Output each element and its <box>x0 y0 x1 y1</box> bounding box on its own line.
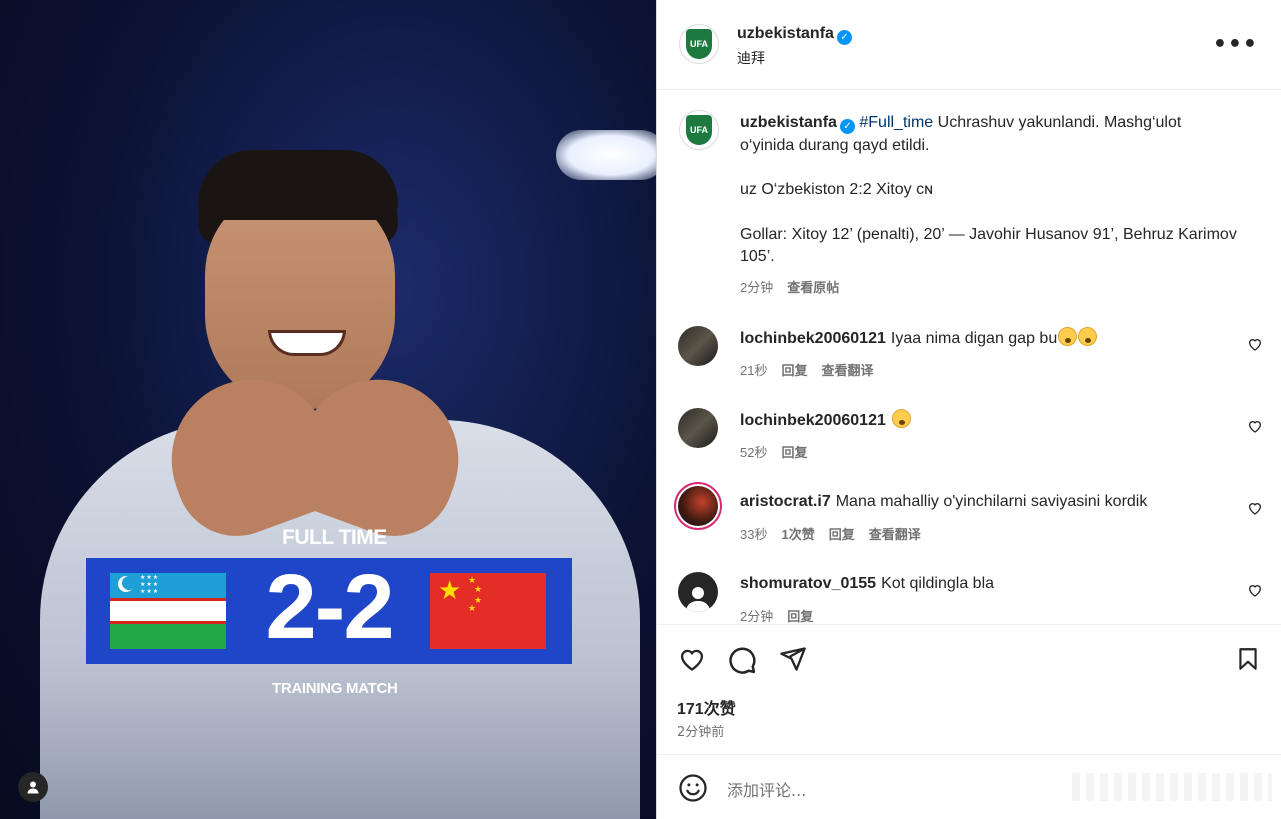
comment-meta: 21秒 回复 查看翻译 <box>740 360 874 379</box>
uzbekistan-flag-icon: ★★★ ★★★ ★★★ <box>110 573 226 649</box>
like-heart-icon[interactable] <box>677 645 707 673</box>
caption-line-3: Gollar: Xitoy 12’ (penalti), 20’ — Javoh… <box>740 225 1237 266</box>
comment-text: aristocrat.i7 Mana mahalliy o'yinchilarni… <box>740 491 1230 513</box>
surprised-emoji-icon <box>1058 327 1078 346</box>
ufa-logo-icon: UFA <box>686 29 712 59</box>
like-comment-heart-icon[interactable] <box>1247 500 1263 516</box>
post-time[interactable]: 2分钟前 <box>677 721 724 740</box>
reply-button[interactable]: 回复 <box>829 527 855 542</box>
commenter-username[interactable]: lochinbek20060121 <box>740 412 886 429</box>
share-paper-plane-icon[interactable] <box>778 645 808 673</box>
see-original-link[interactable]: 查看原帖 <box>787 280 839 295</box>
user-icon <box>27 781 39 794</box>
crying-emoji-icon <box>891 409 911 428</box>
comment-time[interactable]: 21秒 <box>740 363 767 378</box>
caption: uzbekistanfa ✓ #Full_time Uchrashuv yakun… <box>740 112 1240 299</box>
comment-body: Iyaa nima digan gap bu <box>890 330 1058 347</box>
player-hair-top <box>198 150 398 220</box>
translate-link[interactable]: 查看翻译 <box>821 363 873 378</box>
like-comment-heart-icon[interactable] <box>1247 336 1263 352</box>
comment-time[interactable]: 52秒 <box>740 445 767 460</box>
comment-likes[interactable]: 1次赞 <box>781 527 814 542</box>
comments-list[interactable]: UFA uzbekistanfa ✓ #Full_time Uchrashuv y… <box>657 90 1281 624</box>
input-overlay <box>1072 773 1272 801</box>
emoji-picker-icon[interactable] <box>678 773 708 803</box>
commenter-username[interactable]: lochinbek20060121 <box>740 330 886 347</box>
verified-badge-icon: ✓ <box>836 30 852 45</box>
post-location[interactable]: 迪拜 <box>737 48 765 68</box>
caption-avatar[interactable]: UFA <box>679 110 719 150</box>
comment-body: Mana mahalliy o'yinchilarni saviyasini k… <box>835 493 1148 510</box>
reply-button[interactable]: 回复 <box>781 445 807 460</box>
comment-text: lochinbek20060121 Iyaa nima digan gap bu <box>740 327 1230 350</box>
stadium-light <box>556 130 656 180</box>
likes-count[interactable]: 171次赞 <box>677 695 736 719</box>
reply-button[interactable]: 回复 <box>787 609 813 624</box>
save-bookmark-icon[interactable] <box>1235 645 1261 673</box>
comment-text: lochinbek20060121 <box>740 409 1230 432</box>
full-time-label: FULL TIME <box>282 526 387 549</box>
commenter-avatar[interactable] <box>678 326 718 366</box>
caption-time[interactable]: 2分钟 <box>740 280 773 295</box>
training-match-label: TRAINING MATCH <box>272 680 398 697</box>
caption-username[interactable]: uzbekistanfa <box>740 114 837 131</box>
comment-text: shomuratov_0155 Kot qildingla bla <box>740 573 1230 595</box>
header-username[interactable]: uzbekistanfa <box>737 25 834 42</box>
comment-icon[interactable] <box>727 645 757 675</box>
post-actions: 171次赞 2分钟前 <box>657 624 1281 754</box>
comment-meta: 33秒 1次赞 回复 查看翻译 <box>740 524 921 543</box>
post-media: FULL TIME ★★★ ★★★ ★★★ 2-2 ★ ★ ★ ★ ★ TRAINI… <box>0 0 656 819</box>
commenter-avatar[interactable] <box>678 408 718 448</box>
comment-meta: 2分钟 回复 <box>740 606 813 624</box>
comment-time[interactable]: 33秒 <box>740 527 767 542</box>
tagged-user-button[interactable] <box>18 772 48 802</box>
caption-hashtag[interactable]: #Full_time <box>859 114 933 131</box>
verified-badge-icon: ✓ <box>839 119 855 134</box>
commenter-avatar[interactable] <box>678 572 718 612</box>
add-comment-input[interactable]: 添加评论... <box>727 777 806 801</box>
reply-button[interactable]: 回复 <box>781 363 807 378</box>
china-flag-icon: ★ ★ ★ ★ ★ <box>430 573 546 649</box>
ufa-logo-icon: UFA <box>686 115 712 145</box>
account-avatar[interactable]: UFA <box>679 24 719 64</box>
commenter-avatar[interactable] <box>674 482 722 530</box>
like-comment-heart-icon[interactable] <box>1247 418 1263 434</box>
more-options-button[interactable]: ••• <box>1213 32 1258 57</box>
comment-time[interactable]: 2分钟 <box>740 609 773 624</box>
sad-emoji-icon <box>1078 327 1098 346</box>
comment-meta: 52秒 回复 <box>740 442 807 461</box>
translate-link[interactable]: 查看翻译 <box>869 527 921 542</box>
header-username-row: uzbekistanfa ✓ <box>737 23 852 45</box>
like-comment-heart-icon[interactable] <box>1247 582 1263 598</box>
comment-body: Kot qildingla bla <box>881 575 995 592</box>
default-user-icon <box>686 587 710 612</box>
commenter-username[interactable]: aristocrat.i7 <box>740 493 831 510</box>
caption-meta: 2分钟 查看原帖 <box>740 277 1240 300</box>
post-header: UFA uzbekistanfa ✓ 迪拜 ••• <box>657 0 1281 90</box>
caption-line-2: uz O‘zbekiston 2:2 Xitoy ᴄɴ <box>740 181 933 198</box>
match-score: 2-2 <box>265 556 395 658</box>
comment-composer: 添加评论... <box>657 754 1281 819</box>
post-side-panel: UFA uzbekistanfa ✓ 迪拜 ••• UFA uzbekistanf… <box>656 0 1281 819</box>
commenter-username[interactable]: shomuratov_0155 <box>740 575 876 592</box>
